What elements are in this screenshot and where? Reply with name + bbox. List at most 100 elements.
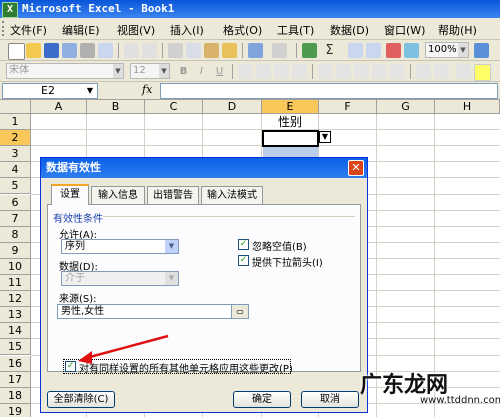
- cell-e1[interactable]: 性别: [262, 114, 318, 130]
- menu-file[interactable]: 文件(F): [10, 22, 47, 38]
- tab-settings[interactable]: 设置: [51, 184, 89, 205]
- cut-icon[interactable]: [168, 43, 183, 58]
- row-header-3[interactable]: 3: [0, 146, 31, 163]
- row-header-7[interactable]: 7: [0, 210, 31, 227]
- italic-icon[interactable]: I: [194, 64, 209, 79]
- sort-descending-icon[interactable]: [366, 43, 381, 58]
- borders-icon[interactable]: [456, 64, 471, 79]
- hyperlink-icon[interactable]: [302, 43, 317, 58]
- tab-error-alert[interactable]: 出错警告: [147, 186, 199, 204]
- row-header-13[interactable]: 13: [0, 307, 31, 324]
- spelling-icon[interactable]: [124, 43, 139, 58]
- row-header-2[interactable]: 2: [0, 130, 31, 147]
- formula-input[interactable]: [160, 83, 498, 99]
- row-header-5[interactable]: 5: [0, 178, 31, 195]
- menu-grip[interactable]: [2, 21, 7, 36]
- increase-decimal-icon[interactable]: [372, 64, 387, 79]
- drawing-icon[interactable]: [404, 43, 419, 58]
- row-header-4[interactable]: 4: [0, 162, 31, 179]
- font-size-combo[interactable]: 12 ▼: [130, 63, 170, 79]
- validation-dropdown-icon[interactable]: ▼: [319, 131, 331, 143]
- row-header-16[interactable]: 16: [0, 355, 31, 372]
- range-select-icon[interactable]: ▭: [231, 304, 249, 319]
- paste-icon[interactable]: [204, 43, 219, 58]
- row-header-12[interactable]: 12: [0, 291, 31, 308]
- fill-color-icon[interactable]: [474, 64, 491, 81]
- menu-format[interactable]: 格式(O): [223, 22, 262, 38]
- align-left-icon[interactable]: [238, 64, 253, 79]
- column-header-c[interactable]: C: [145, 100, 203, 114]
- menu-help[interactable]: 帮助(H): [438, 22, 477, 38]
- clear-all-button[interactable]: 全部清除(C): [47, 391, 115, 408]
- research-icon[interactable]: [142, 43, 157, 58]
- print-icon[interactable]: [80, 43, 95, 58]
- menu-view[interactable]: 视图(V): [117, 22, 155, 38]
- dialog-title: 数据有效性: [41, 158, 367, 178]
- allow-select[interactable]: 序列 ▼: [61, 239, 179, 254]
- row-header-9[interactable]: 9: [0, 242, 31, 259]
- print-preview-icon[interactable]: [98, 43, 113, 58]
- row-header-15[interactable]: 15: [0, 339, 31, 356]
- bold-icon[interactable]: B: [176, 64, 191, 79]
- select-all-corner[interactable]: [0, 100, 31, 114]
- save-icon[interactable]: [44, 43, 59, 58]
- dropdown-arrow-checkbox[interactable]: ✓: [238, 255, 249, 266]
- apply-all-checkbox[interactable]: ✓: [65, 361, 76, 372]
- column-header-d[interactable]: D: [203, 100, 262, 114]
- copy-icon[interactable]: [186, 43, 201, 58]
- menu-insert[interactable]: 插入(I): [170, 22, 204, 38]
- redo-icon[interactable]: [272, 43, 287, 58]
- row-header-10[interactable]: 10: [0, 258, 31, 275]
- column-header-a[interactable]: A: [31, 100, 87, 114]
- row-header-18[interactable]: 18: [0, 387, 31, 404]
- row-header-1[interactable]: 1: [0, 114, 31, 131]
- font-name-combo[interactable]: 宋体 ▼: [6, 63, 124, 79]
- source-input[interactable]: 男性,女性: [57, 304, 249, 319]
- row-header-17[interactable]: 17: [0, 371, 31, 388]
- chart-wizard-icon[interactable]: [386, 43, 401, 58]
- comma-icon[interactable]: [354, 64, 369, 79]
- cell-e2-active[interactable]: [262, 130, 319, 147]
- increase-indent-icon[interactable]: [434, 64, 449, 79]
- column-header-f[interactable]: F: [319, 100, 377, 114]
- column-header-b[interactable]: B: [87, 100, 145, 114]
- decrease-decimal-icon[interactable]: [390, 64, 405, 79]
- decrease-indent-icon[interactable]: [416, 64, 431, 79]
- row-header-19[interactable]: 19: [0, 403, 31, 417]
- ignore-blank-checkbox[interactable]: ✓: [238, 239, 249, 250]
- tab-ime-mode[interactable]: 输入法模式: [201, 186, 263, 204]
- menu-tools[interactable]: 工具(T): [277, 22, 314, 38]
- row-header-14[interactable]: 14: [0, 323, 31, 340]
- tab-input-message[interactable]: 输入信息: [91, 186, 145, 204]
- percent-icon[interactable]: [336, 64, 351, 79]
- data-select[interactable]: 介于 ▼: [61, 271, 179, 286]
- insert-function-icon[interactable]: fx: [142, 83, 152, 96]
- name-box[interactable]: E2 ▼: [2, 83, 98, 99]
- column-header-e[interactable]: E: [262, 100, 319, 114]
- merge-center-icon[interactable]: [292, 64, 307, 79]
- underline-icon[interactable]: U: [212, 64, 227, 79]
- menu-edit[interactable]: 编辑(E): [62, 22, 100, 38]
- align-right-icon[interactable]: [274, 64, 289, 79]
- column-header-g[interactable]: G: [377, 100, 435, 114]
- row-header-8[interactable]: 8: [0, 226, 31, 243]
- menu-data[interactable]: 数据(D): [330, 22, 369, 38]
- align-center-icon[interactable]: [256, 64, 271, 79]
- autosum-icon[interactable]: Σ: [322, 43, 337, 58]
- ok-button[interactable]: 确定: [233, 391, 291, 408]
- close-icon[interactable]: ✕: [348, 160, 364, 176]
- row-header-11[interactable]: 11: [0, 275, 31, 292]
- format-painter-icon[interactable]: [222, 43, 237, 58]
- column-header-h[interactable]: H: [435, 100, 500, 114]
- menu-window[interactable]: 窗口(W): [384, 22, 425, 38]
- new-icon[interactable]: [8, 43, 25, 60]
- zoom-combo[interactable]: 100% ▼: [425, 42, 469, 58]
- row-header-6[interactable]: 6: [0, 194, 31, 211]
- currency-icon[interactable]: [318, 64, 333, 79]
- open-icon[interactable]: [26, 43, 41, 58]
- permission-icon[interactable]: [62, 43, 77, 58]
- help-icon[interactable]: [474, 43, 489, 58]
- cancel-button[interactable]: 取消: [301, 391, 359, 408]
- sort-ascending-icon[interactable]: [348, 43, 363, 58]
- undo-icon[interactable]: [248, 43, 263, 58]
